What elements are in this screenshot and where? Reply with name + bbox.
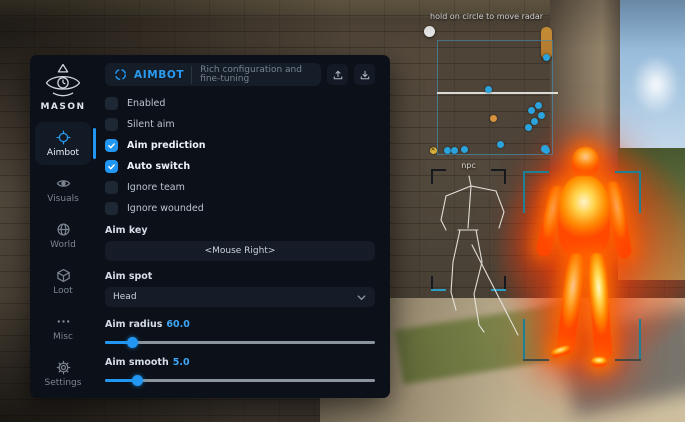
- page-subtitle: Rich configuration and fine-tuning: [191, 66, 312, 84]
- upload-icon: [332, 69, 344, 81]
- aim-radius-label: Aim radius60.0: [105, 319, 375, 330]
- gear-icon: [56, 360, 71, 375]
- npc-bounding-box: [431, 169, 506, 291]
- crosshair-icon: [56, 130, 71, 145]
- sidebar: MASON Aimbot Visuals World Loot Misc S: [30, 55, 96, 398]
- cheat-menu-panel: MASON Aimbot Visuals World Loot Misc S: [30, 55, 390, 398]
- eye-icon: [56, 176, 71, 191]
- radar-dot: [497, 141, 504, 148]
- chevron-down-icon: [356, 292, 367, 303]
- mason-logo-icon: [41, 62, 85, 100]
- check-icon: [107, 162, 116, 171]
- radar-dot: [543, 54, 550, 61]
- slider-track[interactable]: [105, 379, 375, 382]
- checkbox-row[interactable]: Auto switch: [105, 160, 375, 173]
- slider-track[interactable]: [105, 341, 375, 344]
- checkbox-row[interactable]: Aim prediction: [105, 139, 375, 152]
- checkbox-label: Aim prediction: [127, 140, 206, 151]
- checkbox-label: Ignore wounded: [127, 203, 204, 214]
- radar-dot: [538, 112, 545, 119]
- brand: MASON: [40, 62, 85, 112]
- radar-dot: [461, 146, 468, 153]
- checkbox[interactable]: [105, 139, 118, 152]
- globe-icon: [56, 222, 71, 237]
- slider-thumb[interactable]: [132, 375, 143, 386]
- radar: [437, 40, 553, 155]
- aim-smooth-label: Aim smooth5.0: [105, 357, 375, 368]
- sidebar-item-label: Misc: [53, 332, 73, 342]
- checkbox-row[interactable]: Silent aim: [105, 118, 375, 131]
- aimbot-ring-icon: [114, 68, 127, 81]
- export-config-button[interactable]: [327, 64, 348, 85]
- aim-key-button[interactable]: <Mouse Right>: [105, 241, 375, 261]
- game-scene: hold on circle to move radar ✕ npc: [0, 0, 685, 422]
- sidebar-item-label: Settings: [45, 378, 82, 388]
- checkbox[interactable]: [105, 181, 118, 194]
- slider-thumb[interactable]: [127, 337, 138, 348]
- sidebar-item-misc[interactable]: Misc: [35, 306, 91, 349]
- sidebar-item-visuals[interactable]: Visuals: [35, 168, 91, 211]
- sidebar-item-aimbot[interactable]: Aimbot: [35, 122, 91, 165]
- menu-main: AIMBOT Rich configuration and fine-tunin…: [96, 55, 390, 398]
- dots-icon: [56, 314, 71, 329]
- sidebar-item-world[interactable]: World: [35, 214, 91, 257]
- checkbox[interactable]: [105, 160, 118, 173]
- sidebar-item-loot[interactable]: Loot: [35, 260, 91, 303]
- checkbox-label: Enabled: [127, 98, 165, 109]
- download-icon: [359, 69, 371, 81]
- sidebar-item-label: Loot: [53, 286, 72, 296]
- check-icon: [107, 141, 116, 150]
- import-config-button[interactable]: [354, 64, 375, 85]
- radar-axis-line: [437, 92, 558, 94]
- radar-hint-text: hold on circle to move radar: [430, 12, 543, 21]
- radar-dot: [535, 102, 542, 109]
- radar-dot: ✕: [430, 147, 437, 154]
- aim-spot-value: Head: [113, 292, 356, 302]
- cube-icon: [56, 268, 71, 283]
- radar-dot: [525, 124, 532, 131]
- aim-key-label: Aim key: [105, 225, 375, 236]
- checkbox-label: Ignore team: [127, 182, 185, 193]
- radar-dot: [444, 147, 451, 154]
- sidebar-item-label: Aimbot: [47, 148, 79, 158]
- aim-radius-value: 60.0: [166, 319, 189, 330]
- cloud: [632, 55, 680, 115]
- header-pill: AIMBOT Rich configuration and fine-tunin…: [105, 63, 321, 86]
- radar-dot: [485, 86, 492, 93]
- radar-dot: [528, 107, 535, 114]
- checkbox-label: Auto switch: [127, 161, 190, 172]
- sidebar-item-label: World: [50, 240, 76, 250]
- radar-drag-handle[interactable]: [424, 26, 435, 37]
- checkbox-row[interactable]: Ignore team: [105, 181, 375, 194]
- aim-spot-select[interactable]: Head: [105, 287, 375, 307]
- aim-spot-label: Aim spot: [105, 271, 375, 282]
- radar-dot: [490, 115, 497, 122]
- aim-smooth-value: 5.0: [173, 357, 190, 368]
- checkbox[interactable]: [105, 202, 118, 215]
- checkbox-row[interactable]: Ignore wounded: [105, 202, 375, 215]
- checkbox-row[interactable]: Enabled: [105, 97, 375, 110]
- sidebar-item-label: Visuals: [47, 194, 79, 204]
- page-title: AIMBOT: [134, 69, 184, 81]
- brand-label: MASON: [40, 102, 85, 112]
- checkbox[interactable]: [105, 118, 118, 131]
- checkbox[interactable]: [105, 97, 118, 110]
- sidebar-item-settings[interactable]: Settings: [35, 352, 91, 395]
- aim-smooth-slider[interactable]: [105, 375, 375, 386]
- checkbox-label: Silent aim: [127, 119, 175, 130]
- menu-header: AIMBOT Rich configuration and fine-tunin…: [105, 63, 375, 86]
- radar-dot: [451, 147, 458, 154]
- player-esp-dot: [541, 145, 549, 153]
- radar-dot: [531, 118, 538, 125]
- aim-radius-slider[interactable]: [105, 337, 375, 348]
- player-bounding-box: [523, 171, 641, 361]
